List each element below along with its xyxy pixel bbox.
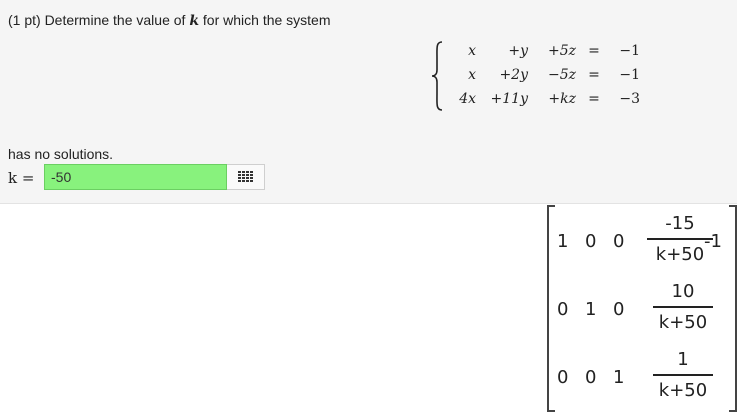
answer-input[interactable]: -50: [44, 164, 227, 190]
term: x: [468, 67, 476, 83]
term: +11y: [490, 91, 528, 107]
fraction-numerator: 1: [677, 349, 689, 370]
fraction-bar: [653, 374, 713, 376]
matrix-entry: 1: [557, 231, 569, 252]
system-row-2: x +2y −5z = −1: [430, 64, 650, 88]
equation-system: x +y +5z = −1 x +2y −5z = −1 4x +11y +kz…: [430, 40, 650, 112]
rhs: −1: [619, 67, 640, 83]
equals-sign: =: [588, 67, 600, 83]
term: 4x: [459, 91, 476, 107]
fraction-numerator: 10: [671, 281, 695, 302]
matrix-fraction: 1 k+50: [653, 349, 713, 401]
keypad-button[interactable]: [227, 164, 265, 190]
fraction-bar: [653, 306, 713, 308]
rhs: −3: [619, 91, 640, 107]
matrix-entry: 0: [613, 299, 625, 320]
term: −5z: [547, 67, 576, 83]
matrix-entry: 0: [585, 231, 597, 252]
term: x: [468, 43, 476, 59]
matrix-right-bracket: [729, 205, 737, 412]
term: +y: [508, 43, 528, 59]
system-row-3: 4x +11y +kz = −3: [430, 88, 650, 112]
matrix-entry: 1: [613, 367, 625, 388]
rhs: −1: [619, 43, 640, 59]
equals-sign: =: [588, 43, 600, 59]
matrix-fraction: 10 k+50: [653, 281, 713, 333]
matrix-entry: 0: [585, 367, 597, 388]
equals-sign: =: [588, 91, 600, 107]
answer-label: k =: [8, 169, 35, 187]
matrix-entry: 1: [585, 299, 597, 320]
question-suffix: for which the system: [202, 12, 331, 28]
fraction-denominator: k+50: [658, 312, 708, 333]
matrix-entry: 0: [557, 299, 569, 320]
system-row-1: x +y +5z = −1: [430, 40, 650, 64]
matrix-entry-tail: -1: [704, 231, 722, 252]
augmented-matrix: 1 0 0 -15 k+50 -1 0 1 0 10 k+50 0 0 1 1 …: [547, 205, 737, 412]
question-variable: k: [189, 13, 200, 29]
question-text: (1 pt) Determine the value of k for whic…: [8, 12, 331, 29]
term: +kz: [548, 91, 576, 107]
no-solutions-text: has no solutions.: [8, 146, 114, 162]
matrix-entry: 0: [613, 231, 625, 252]
term: +2y: [499, 67, 528, 83]
keypad-icon: [237, 171, 253, 182]
matrix-left-bracket: [547, 205, 555, 412]
problem-panel: (1 pt) Determine the value of k for whic…: [0, 0, 737, 204]
fraction-denominator: k+50: [658, 380, 708, 401]
question-prefix: (1 pt) Determine the value of: [8, 12, 186, 28]
matrix-entry: 0: [557, 367, 569, 388]
term: +5z: [547, 43, 576, 59]
